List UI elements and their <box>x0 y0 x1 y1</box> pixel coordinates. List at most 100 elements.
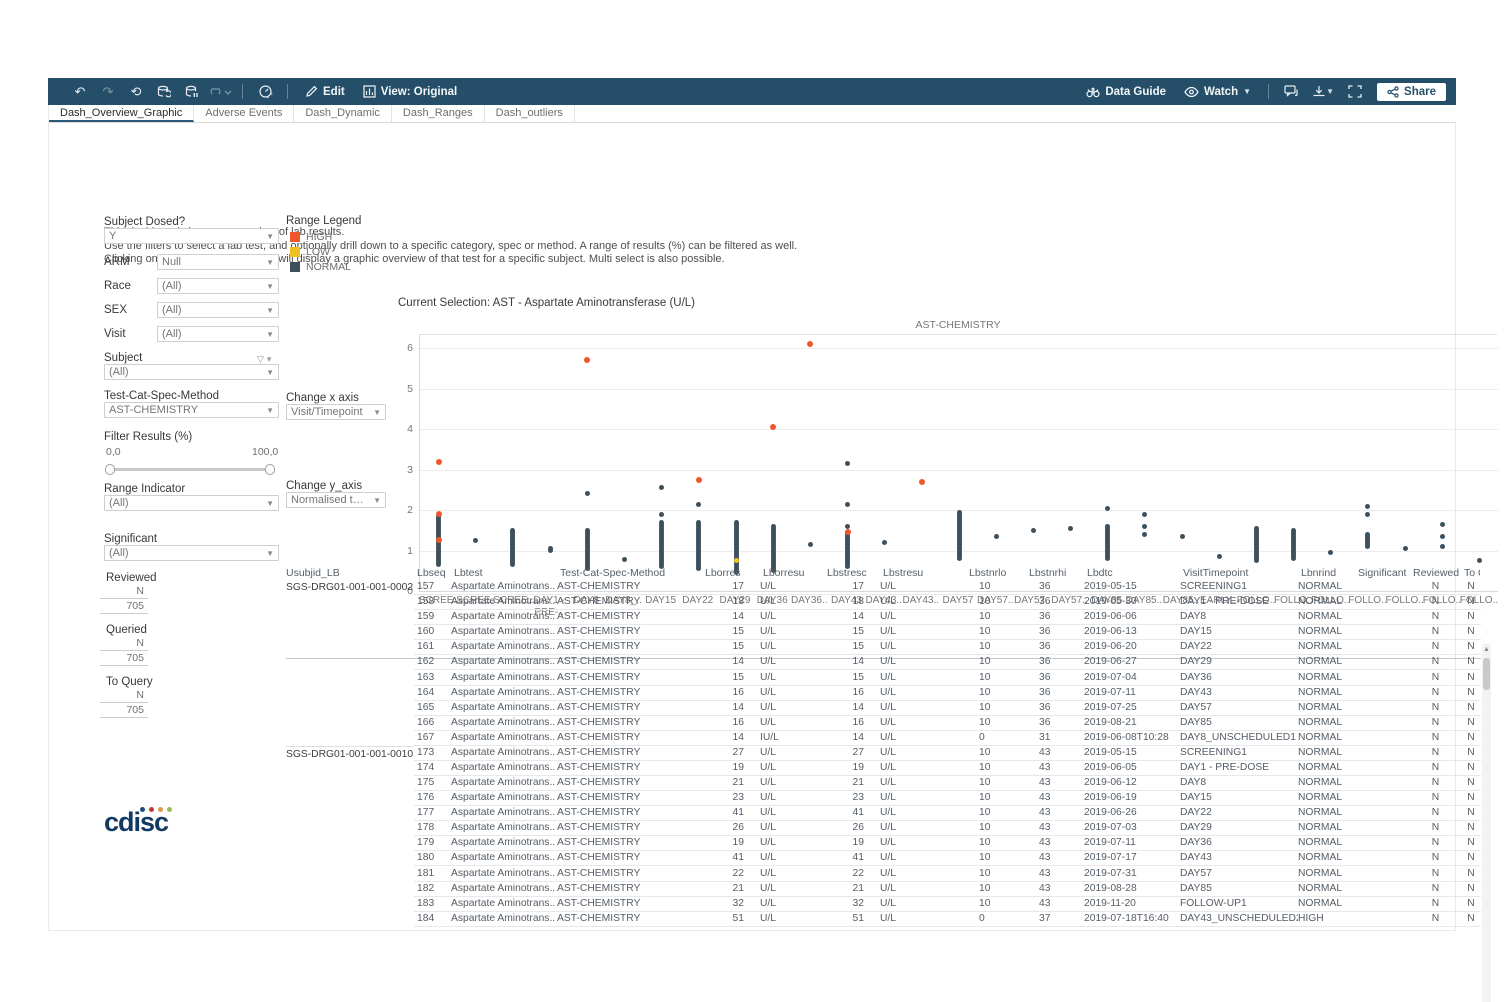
column-header-visittimepoint[interactable]: VisitTimepoint <box>1183 567 1297 579</box>
filter-sex-dropdown[interactable]: (All)▼ <box>157 302 279 318</box>
data-point[interactable] <box>957 510 962 515</box>
scroll-up-icon[interactable]: ▲ <box>1482 646 1491 653</box>
data-point[interactable] <box>807 341 813 347</box>
table-row[interactable]: 161Aspartate Aminotrans..AST-CHEMISTRY15… <box>414 640 1481 655</box>
table-row[interactable]: 160Aspartate Aminotrans..AST-CHEMISTRY15… <box>414 625 1481 640</box>
slider-handle-left[interactable] <box>105 464 115 475</box>
data-point[interactable] <box>1365 504 1370 509</box>
filter-subject-dropdown[interactable]: (All)▼ <box>104 364 279 380</box>
subject-id[interactable]: SGS-DRG01-001-001-0002 <box>286 582 414 593</box>
table-row[interactable]: 162Aspartate Aminotrans..AST-CHEMISTRY14… <box>414 655 1481 670</box>
data-point[interactable] <box>845 524 850 529</box>
column-header-test-cat-spec-method[interactable]: Test-Cat-Spec-Method <box>560 567 701 579</box>
table-row[interactable]: 159Aspartate Aminotrans..AST-CHEMISTRY14… <box>414 610 1481 625</box>
data-point[interactable] <box>548 546 553 551</box>
data-point[interactable] <box>1031 528 1036 533</box>
column-header-significant[interactable]: Significant <box>1358 567 1409 579</box>
data-point[interactable] <box>845 529 851 535</box>
edit-button[interactable]: Edit <box>305 85 345 98</box>
data-point[interactable] <box>696 477 702 483</box>
counter-value[interactable]: 705 <box>100 651 148 666</box>
table-row[interactable]: 163Aspartate Aminotrans..AST-CHEMISTRY15… <box>414 671 1481 686</box>
data-point[interactable] <box>734 558 739 563</box>
filter-race-dropdown[interactable]: (All)▼ <box>157 278 279 294</box>
table-row[interactable]: 182Aspartate Aminotrans..AST-CHEMISTRY21… <box>414 882 1481 897</box>
table-row[interactable]: 181Aspartate Aminotrans..AST-CHEMISTRY22… <box>414 867 1481 882</box>
data-point[interactable] <box>1477 558 1482 563</box>
table-row[interactable]: 164Aspartate Aminotrans..AST-CHEMISTRY16… <box>414 686 1481 701</box>
filter-test-cat-dropdown[interactable]: AST-CHEMISTRY▼ <box>104 402 279 418</box>
comments-icon[interactable] <box>1277 78 1305 105</box>
redo-icon[interactable]: ↷ <box>94 78 122 105</box>
data-point[interactable] <box>1365 512 1370 517</box>
view-original-button[interactable]: View: Original <box>363 85 457 98</box>
counter-value[interactable]: 705 <box>100 703 148 718</box>
column-header-to-query[interactable]: To Query <box>1464 567 1480 579</box>
table-row[interactable]: 178Aspartate Aminotrans..AST-CHEMISTRY26… <box>414 821 1481 836</box>
legend-item-normal[interactable]: NORMAL <box>290 259 351 274</box>
undo-icon[interactable]: ↶ <box>66 78 94 105</box>
data-point[interactable] <box>882 540 887 545</box>
watch-button[interactable]: Watch ▼ <box>1184 86 1251 98</box>
table-row[interactable]: 176Aspartate Aminotrans..AST-CHEMISTRY23… <box>414 791 1481 806</box>
fullscreen-icon[interactable] <box>1341 78 1369 105</box>
column-header-lbnrind[interactable]: Lbnrind <box>1301 567 1354 579</box>
column-header-lborres[interactable]: Lborres <box>705 567 759 579</box>
column-header-lborresu[interactable]: Lborresu <box>763 567 823 579</box>
data-point[interactable] <box>1180 534 1185 539</box>
data-point[interactable] <box>436 459 442 465</box>
data-point[interactable] <box>919 479 925 485</box>
data-guide-button[interactable]: Data Guide <box>1086 85 1166 98</box>
counter-value[interactable]: 705 <box>100 599 148 614</box>
table-row[interactable]: 166Aspartate Aminotrans..AST-CHEMISTRY16… <box>414 716 1481 731</box>
download-button[interactable]: ▼ <box>1305 78 1341 105</box>
table-vertical-scrollbar[interactable]: ▲ <box>1482 644 1491 1002</box>
data-point[interactable] <box>771 524 776 529</box>
column-header-lbseq[interactable]: Lbseq <box>417 567 450 579</box>
scrollbar-thumb[interactable] <box>1483 658 1490 690</box>
filter-arm-dropdown[interactable]: Null▼ <box>157 254 279 270</box>
data-point[interactable] <box>584 357 590 363</box>
run-update-icon[interactable] <box>206 78 234 105</box>
range-indicator-dropdown[interactable]: (All)▼ <box>104 495 279 511</box>
data-point[interactable] <box>659 485 664 490</box>
legend-item-high[interactable]: HIGH <box>290 229 351 244</box>
table-row[interactable]: 180Aspartate Aminotrans..AST-CHEMISTRY41… <box>414 851 1481 866</box>
table-row[interactable]: 184Aspartate Aminotrans..AST-CHEMISTRY51… <box>414 912 1481 927</box>
change-y-axis-dropdown[interactable]: Normalised to Basel...▼ <box>286 492 386 508</box>
data-point[interactable] <box>1105 506 1110 511</box>
data-point[interactable] <box>696 502 701 507</box>
tab-dash-outliers[interactable]: Dash_outliers <box>485 105 575 122</box>
share-button[interactable]: Share <box>1377 83 1446 101</box>
slider-handle-right[interactable] <box>265 464 275 475</box>
data-point[interactable] <box>1440 522 1445 527</box>
table-row[interactable]: 177Aspartate Aminotrans..AST-CHEMISTRY41… <box>414 806 1481 821</box>
data-point[interactable] <box>808 542 813 547</box>
column-header-lbstnrhi[interactable]: Lbstnrhi <box>1029 567 1083 579</box>
table-row[interactable]: 165Aspartate Aminotrans..AST-CHEMISTRY14… <box>414 701 1481 716</box>
table-row[interactable]: 183Aspartate Aminotrans..AST-CHEMISTRY32… <box>414 897 1481 912</box>
data-point[interactable] <box>659 512 664 517</box>
filter-visit-dropdown[interactable]: (All)▼ <box>157 326 279 342</box>
data-point[interactable] <box>1440 544 1445 549</box>
table-row[interactable]: 174Aspartate Aminotrans..AST-CHEMISTRY19… <box>414 761 1481 776</box>
slider-track[interactable] <box>106 468 274 471</box>
data-point[interactable] <box>1142 532 1147 537</box>
tab-dash-dynamic[interactable]: Dash_Dynamic <box>294 105 392 122</box>
data-point[interactable] <box>1142 524 1147 529</box>
revert-icon[interactable]: ⟲ <box>122 78 150 105</box>
column-header-lbstresu[interactable]: Lbstresu <box>883 567 965 579</box>
column-header-lbtest[interactable]: Lbtest <box>454 567 556 579</box>
tab-dash-overview-graphic[interactable]: Dash_Overview_Graphic <box>49 105 194 122</box>
table-row[interactable]: 157Aspartate Aminotrans..AST-CHEMISTRY17… <box>414 580 1481 595</box>
data-point[interactable] <box>845 461 850 466</box>
data-point[interactable] <box>734 520 739 525</box>
subject-column-header[interactable]: Usubjid_LB <box>286 567 411 579</box>
subject-id[interactable]: SGS-DRG01-001-001-0010 <box>286 746 414 760</box>
column-header-lbstresc[interactable]: Lbstresc <box>827 567 879 579</box>
data-point[interactable] <box>1291 528 1296 533</box>
refresh-data-icon[interactable] <box>150 78 178 105</box>
legend-item-low[interactable]: LOW <box>290 244 351 259</box>
tab-adverse-events[interactable]: Adverse Events <box>194 105 294 122</box>
data-point[interactable] <box>1105 524 1110 529</box>
